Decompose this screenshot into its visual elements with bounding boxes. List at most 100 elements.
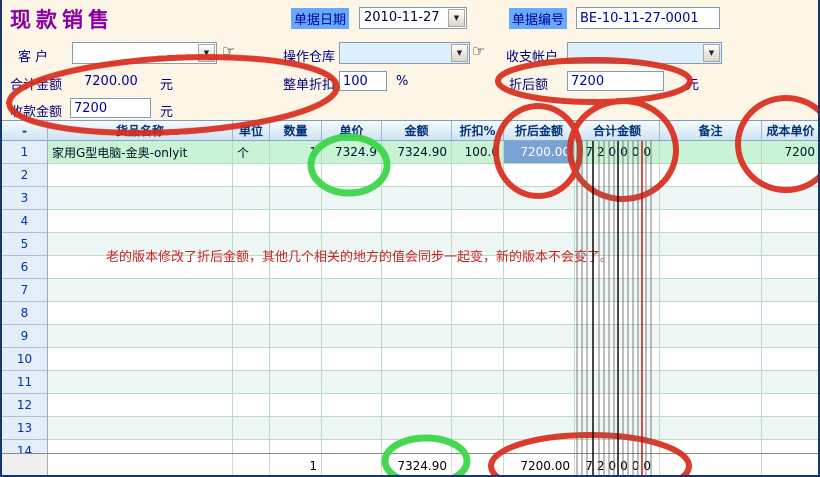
empty-cell[interactable]	[382, 371, 452, 394]
empty-cell[interactable]	[270, 348, 322, 371]
cell-product-name[interactable]: 家用G型电脑-金奥-onlyit	[48, 141, 233, 164]
empty-cell[interactable]	[575, 164, 660, 187]
empty-cell[interactable]	[762, 302, 820, 325]
empty-cell[interactable]	[382, 417, 452, 440]
empty-cell[interactable]	[322, 210, 382, 233]
empty-cell[interactable]	[762, 371, 820, 394]
empty-cell[interactable]	[575, 302, 660, 325]
empty-cell[interactable]	[233, 302, 270, 325]
empty-cell[interactable]	[48, 348, 233, 371]
empty-cell[interactable]	[452, 371, 504, 394]
empty-cell[interactable]	[270, 371, 322, 394]
empty-cell[interactable]	[452, 164, 504, 187]
row-number[interactable]: 8	[2, 302, 48, 325]
empty-cell[interactable]	[452, 394, 504, 417]
empty-cell[interactable]	[575, 210, 660, 233]
empty-cell[interactable]	[48, 187, 233, 210]
account-select[interactable]: ▼	[567, 42, 722, 64]
empty-cell[interactable]	[452, 348, 504, 371]
cell-discount-pct[interactable]: 100.0	[452, 141, 504, 164]
row-number[interactable]: 11	[2, 371, 48, 394]
cell-after-discount-selected[interactable]: 7200.00	[504, 141, 575, 164]
empty-cell[interactable]	[48, 302, 233, 325]
empty-cell[interactable]	[660, 302, 762, 325]
empty-cell[interactable]	[762, 325, 820, 348]
warehouse-lookup-hand-icon[interactable]: ☞	[472, 42, 485, 60]
empty-cell[interactable]	[575, 325, 660, 348]
empty-cell[interactable]	[660, 371, 762, 394]
customer-select[interactable]: ▼	[72, 42, 217, 64]
empty-cell[interactable]	[504, 210, 575, 233]
cell-unit-price[interactable]: 7324.9	[322, 141, 382, 164]
empty-cell[interactable]	[504, 164, 575, 187]
empty-cell[interactable]	[48, 164, 233, 187]
empty-cell[interactable]	[504, 371, 575, 394]
warehouse-select[interactable]: ▼	[339, 42, 470, 64]
empty-cell[interactable]	[762, 164, 820, 187]
empty-cell[interactable]	[233, 394, 270, 417]
empty-cell[interactable]	[762, 348, 820, 371]
empty-cell[interactable]	[660, 348, 762, 371]
empty-cell[interactable]	[762, 394, 820, 417]
empty-cell[interactable]	[322, 279, 382, 302]
row-number[interactable]: 12	[2, 394, 48, 417]
empty-cell[interactable]	[270, 210, 322, 233]
empty-cell[interactable]	[382, 210, 452, 233]
empty-cell[interactable]	[48, 325, 233, 348]
empty-cell[interactable]	[660, 394, 762, 417]
cell-total-amount[interactable]: 720000	[575, 141, 660, 164]
empty-cell[interactable]	[504, 325, 575, 348]
cell-note[interactable]	[660, 141, 762, 164]
empty-cell[interactable]	[504, 187, 575, 210]
empty-cell[interactable]	[382, 187, 452, 210]
row-number[interactable]: 3	[2, 187, 48, 210]
empty-cell[interactable]	[270, 187, 322, 210]
empty-cell[interactable]	[575, 279, 660, 302]
empty-cell[interactable]	[48, 279, 233, 302]
empty-cell[interactable]	[452, 302, 504, 325]
empty-cell[interactable]	[233, 371, 270, 394]
empty-cell[interactable]	[233, 325, 270, 348]
received-amount-input[interactable]	[70, 98, 151, 118]
row-number[interactable]: 5	[2, 233, 48, 256]
empty-cell[interactable]	[575, 187, 660, 210]
empty-cell[interactable]	[322, 417, 382, 440]
after-discount-input[interactable]	[567, 71, 664, 91]
empty-cell[interactable]	[322, 348, 382, 371]
empty-cell[interactable]	[382, 348, 452, 371]
empty-cell[interactable]	[504, 348, 575, 371]
empty-cell[interactable]	[575, 371, 660, 394]
row-number[interactable]: 10	[2, 348, 48, 371]
empty-cell[interactable]	[762, 256, 820, 279]
empty-cell[interactable]	[452, 187, 504, 210]
empty-cell[interactable]	[575, 417, 660, 440]
empty-cell[interactable]	[382, 279, 452, 302]
empty-cell[interactable]	[322, 302, 382, 325]
doc-date-select[interactable]: 2010-11-27 ▼	[359, 7, 467, 29]
empty-cell[interactable]	[270, 394, 322, 417]
empty-cell[interactable]	[660, 256, 762, 279]
empty-cell[interactable]	[233, 279, 270, 302]
cell-qty[interactable]: 1	[270, 141, 322, 164]
empty-cell[interactable]	[322, 394, 382, 417]
cell-unit[interactable]: 个	[233, 141, 270, 164]
empty-cell[interactable]	[660, 279, 762, 302]
empty-cell[interactable]	[233, 417, 270, 440]
empty-cell[interactable]	[504, 279, 575, 302]
empty-cell[interactable]	[322, 325, 382, 348]
empty-cell[interactable]	[322, 187, 382, 210]
empty-cell[interactable]	[762, 233, 820, 256]
empty-cell[interactable]	[660, 210, 762, 233]
empty-cell[interactable]	[504, 394, 575, 417]
row-number[interactable]: 7	[2, 279, 48, 302]
empty-cell[interactable]	[382, 394, 452, 417]
chevron-down-icon[interactable]: ▼	[448, 9, 465, 27]
empty-cell[interactable]	[660, 164, 762, 187]
row-number[interactable]: 1	[2, 141, 48, 164]
empty-cell[interactable]	[660, 417, 762, 440]
empty-cell[interactable]	[270, 302, 322, 325]
doc-no-input[interactable]	[576, 7, 720, 29]
row-number[interactable]: 2	[2, 164, 48, 187]
empty-cell[interactable]	[452, 210, 504, 233]
row-number[interactable]: 13	[2, 417, 48, 440]
